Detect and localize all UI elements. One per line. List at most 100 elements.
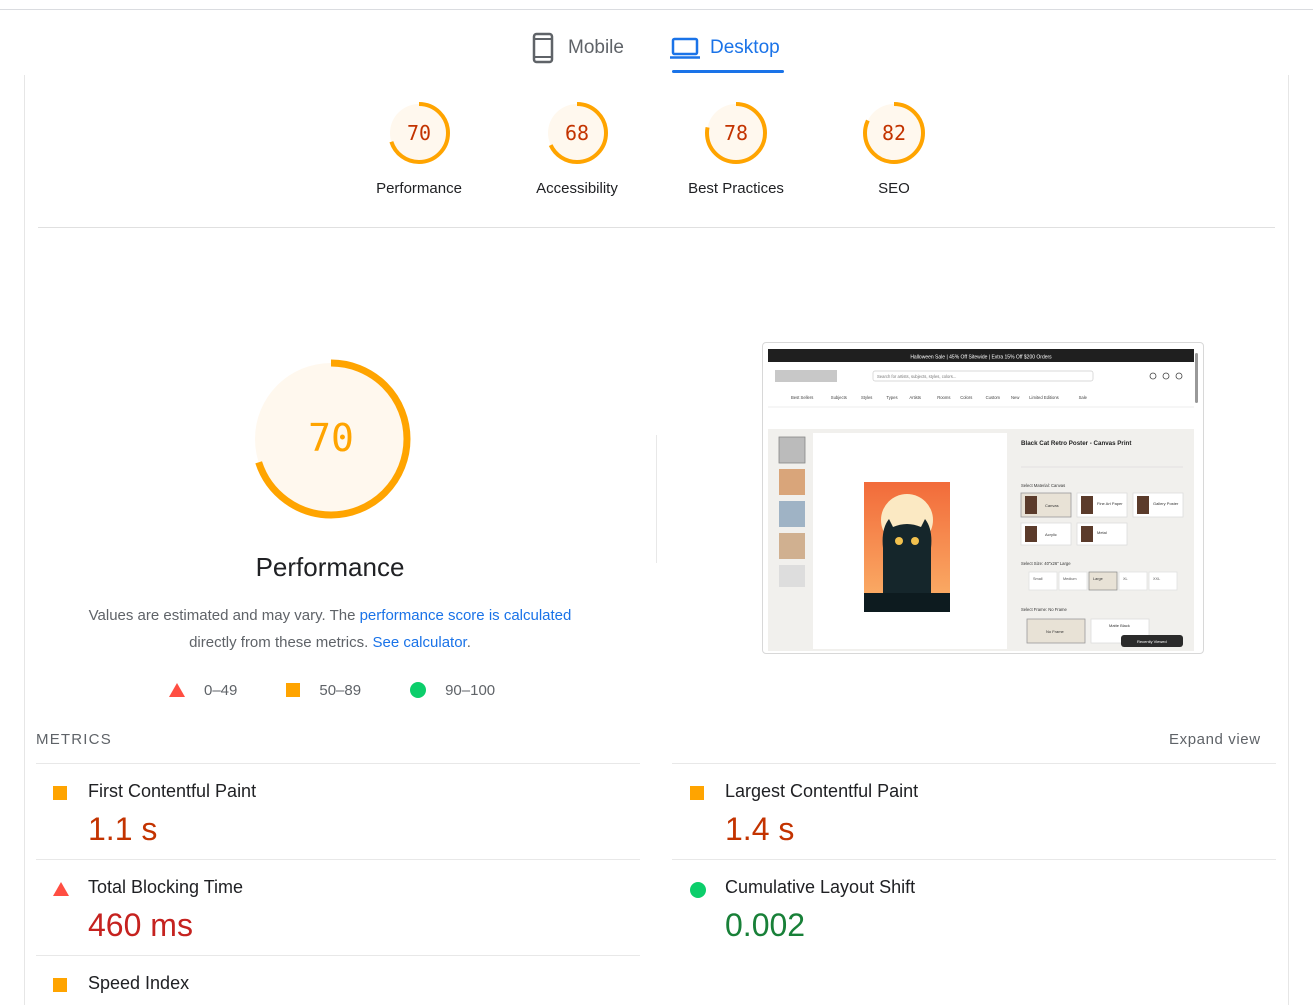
gauge-best-practices[interactable]: 78 Best Practices xyxy=(666,100,806,197)
screenshot-material-label: Select Material: Canvas xyxy=(1021,483,1065,488)
expand-view-toggle[interactable]: Expand view xyxy=(1169,731,1261,748)
gauge-label: Accessibility xyxy=(536,180,618,197)
desc-text: Values are estimated and may vary. The xyxy=(88,607,360,624)
square-icon xyxy=(53,786,67,800)
screenshot-size: Small xyxy=(1033,577,1043,581)
screenshot-frame: No Frame xyxy=(1046,629,1065,634)
screenshot-nav-item: Custom xyxy=(986,395,1001,400)
triangle-icon xyxy=(169,683,185,697)
screenshot-banner: Halloween Sale | 45% Off Sitewide | Extr… xyxy=(910,355,1052,361)
screenshot-material: Acrylic xyxy=(1045,532,1057,537)
screenshot-nav-item: Rooms xyxy=(937,395,950,400)
gauge-score: 82 xyxy=(882,121,906,145)
screenshot-size: XL xyxy=(1123,577,1128,581)
screenshot-nav-item: Best Sellers xyxy=(791,395,813,400)
metrics-divider xyxy=(36,763,640,764)
metric-name: Cumulative Layout Shift xyxy=(725,877,916,897)
device-tabs: Mobile Desktop xyxy=(0,22,1313,76)
desc-text: . xyxy=(466,634,471,651)
screenshot-search: Search for artists, subjects, styles, co… xyxy=(877,374,956,379)
tab-mobile[interactable]: Mobile xyxy=(528,22,624,74)
metric-value: 460 ms xyxy=(88,907,193,943)
metrics-heading: METRICS xyxy=(36,731,112,748)
top-divider xyxy=(0,9,1313,10)
square-icon xyxy=(690,786,704,800)
screenshot-size: Large xyxy=(1093,577,1103,581)
screenshot-material: Metal xyxy=(1097,530,1107,535)
performance-gauge-large: 70 xyxy=(250,358,412,525)
circle-icon xyxy=(410,682,427,698)
performance-title: Performance xyxy=(255,552,405,582)
metrics-divider xyxy=(672,763,1276,764)
screenshot-nav-item: Styles xyxy=(861,395,872,400)
section-divider xyxy=(656,435,657,563)
desc-text: directly from these metrics. xyxy=(189,634,373,651)
performance-score-link[interactable]: performance score is calculated xyxy=(360,607,572,624)
metric-value: 0.002 xyxy=(725,907,806,943)
metric-value: 1.4 s xyxy=(725,811,795,847)
screenshot-frame-label: Select Frame: No Frame xyxy=(1021,607,1068,612)
screenshot-size-label: Select Size: 40"x26" Large xyxy=(1021,561,1071,566)
metric-name: Speed Index xyxy=(88,973,190,993)
metrics-divider xyxy=(36,859,640,860)
gauge-score: 70 xyxy=(407,121,431,145)
screenshot-material: Fine Art Paper xyxy=(1097,501,1123,506)
gauges-divider xyxy=(38,227,1275,228)
laptop-icon xyxy=(670,32,700,64)
gauge-score: 70 xyxy=(308,416,354,460)
screenshot-nav-item: Subjects xyxy=(831,395,847,400)
metrics-divider xyxy=(36,955,640,956)
legend-fail-label: 0–49 xyxy=(204,681,238,699)
screenshot-nav-item: Limited Editions xyxy=(1029,395,1059,400)
metric-name: First Contentful Paint xyxy=(88,781,257,801)
gauge-performance[interactable]: 70 Performance xyxy=(349,100,489,197)
tab-desktop[interactable]: Desktop xyxy=(670,22,780,74)
screenshot-material: Canvas xyxy=(1045,503,1059,508)
screenshot-product-title: Black Cat Retro Poster - Canvas Print xyxy=(1021,440,1131,447)
square-icon xyxy=(286,683,301,697)
screenshot-material: Gallery Poster xyxy=(1153,501,1179,506)
gauge-ring: 82 xyxy=(863,102,925,164)
category-gauges: 70 Performance 68 Accessibility 78 Best … xyxy=(0,100,1313,210)
gauge-label: SEO xyxy=(878,180,910,197)
gauge-score: 68 xyxy=(565,121,589,145)
active-tab-indicator xyxy=(672,70,784,73)
gauge-accessibility[interactable]: 68 Accessibility xyxy=(507,100,647,197)
page-screenshot[interactable]: Halloween Sale | 45% Off Sitewide | Extr… xyxy=(762,342,1204,654)
legend-fail: 0–49 xyxy=(168,682,237,699)
tab-desktop-label: Desktop xyxy=(710,37,780,58)
metrics-divider xyxy=(672,859,1276,860)
legend-average: 50–89 xyxy=(285,682,361,699)
legend-pass-label: 90–100 xyxy=(445,681,496,699)
screenshot-nav-item: New xyxy=(1011,395,1020,400)
metric-name: Total Blocking Time xyxy=(88,877,244,897)
screenshot-nav-item: Types xyxy=(886,395,897,400)
legend-pass: 90–100 xyxy=(409,681,495,699)
screenshot-size: XXL xyxy=(1153,577,1160,581)
gauge-label: Best Practices xyxy=(688,180,784,197)
see-calculator-link[interactable]: See calculator xyxy=(372,634,466,651)
gauge-ring: 68 xyxy=(546,102,608,164)
gauge-ring: 78 xyxy=(705,102,767,164)
screenshot-nav-item: Artists xyxy=(909,395,921,400)
tab-mobile-label: Mobile xyxy=(568,37,624,58)
screenshot-render: Halloween Sale | 45% Off Sitewide | Extr… xyxy=(768,349,1198,651)
gauge-score: 78 xyxy=(724,121,748,145)
screenshot-nav-item: Sale xyxy=(1079,395,1088,400)
screenshot-size: Medium xyxy=(1063,577,1077,581)
gauge-label: Performance xyxy=(376,180,462,197)
smartphone-icon xyxy=(528,32,558,64)
screenshot-frame: Matte Black xyxy=(1109,623,1130,628)
metric-name: Largest Contentful Paint xyxy=(725,781,919,801)
screenshot-recently-viewed: Recently Viewed xyxy=(1137,639,1167,644)
gauge-ring: 70 xyxy=(251,359,411,519)
triangle-icon xyxy=(53,882,69,896)
performance-description: Values are estimated and may vary. The p… xyxy=(60,602,600,656)
legend-average-label: 50–89 xyxy=(319,681,362,699)
score-legend: 0–49 50–89 90–100 xyxy=(168,680,543,700)
gauge-seo[interactable]: 82 SEO xyxy=(824,100,964,197)
metric-value: 1.1 s xyxy=(88,811,158,847)
square-icon xyxy=(53,978,67,992)
screenshot-nav: Best Sellers Subjects Styles Types Artists Ro… xyxy=(791,395,1088,400)
gauge-ring: 70 xyxy=(388,102,450,164)
